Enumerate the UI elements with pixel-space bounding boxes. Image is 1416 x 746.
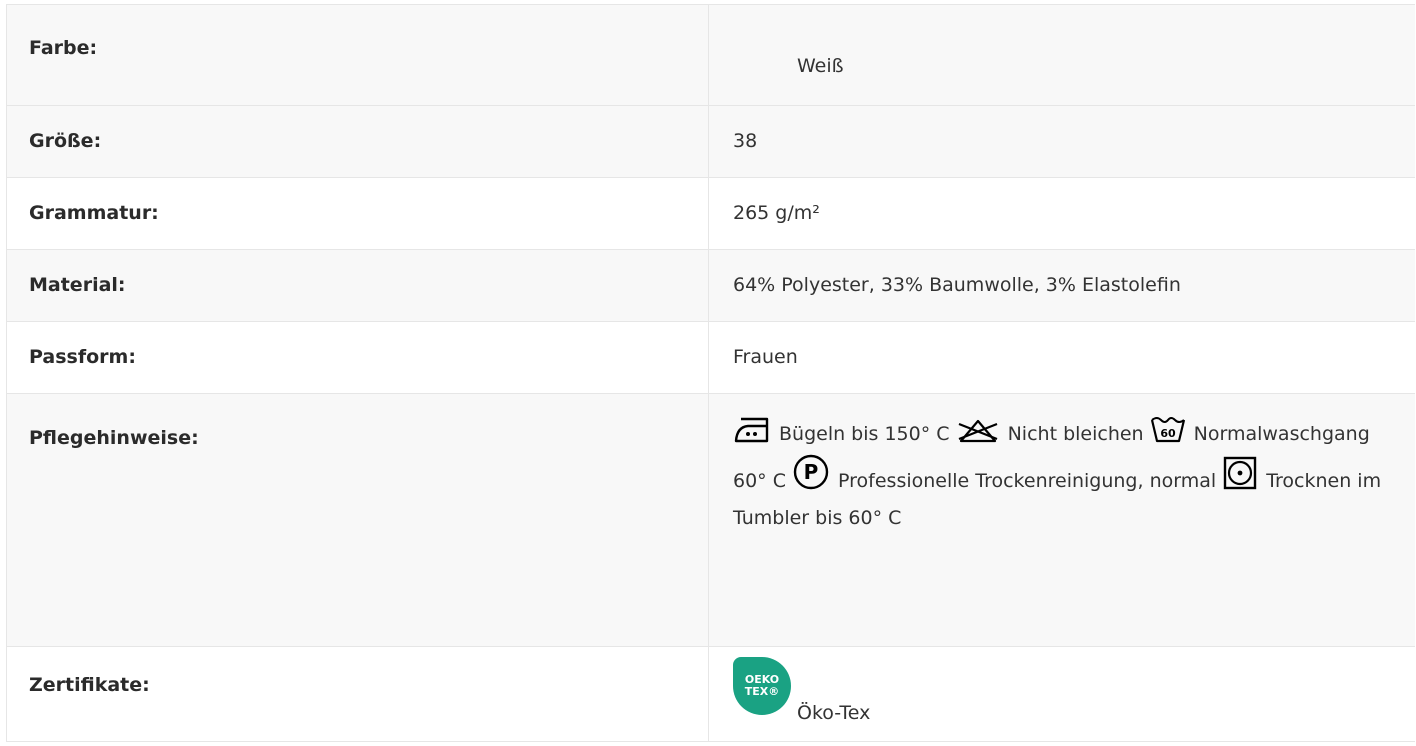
table-row: Pflegehinweise: Bügeln bis 150° C Nicht … [7,394,1415,647]
wash-temperature: 60 [1160,427,1176,440]
table-row: Material: 64% Polyester, 33% Baumwolle, … [7,250,1415,322]
care-text-bleach: Nicht bleichen [1007,423,1144,445]
table-row: Farbe: Weiß [7,5,1415,106]
attribute-value: 64% Polyester, 33% Baumwolle, 3% Elastol… [733,274,1181,296]
attribute-value: 265 g/m² [733,202,820,224]
attribute-label: Pflegehinweise: [7,394,709,646]
attribute-value: Frauen [733,346,798,368]
dry-clean-letter: P [804,460,819,484]
table-row: Grammatur: 265 g/m² [7,178,1415,250]
attribute-label: Zertifikate: [7,647,709,741]
attribute-label: Grammatur: [7,178,709,249]
wash-60-icon: 60 [1150,414,1186,444]
certificate-name: Öko-Tex [797,702,871,724]
care-instructions: Bügeln bis 150° C Nicht bleichen 60 Norma… [709,394,1415,646]
attribute-value: 38 [733,130,758,152]
no-bleach-icon [956,418,1000,444]
table-row: Passform: Frauen [7,322,1415,394]
attribute-label: Größe: [7,106,709,177]
certificates-value: OEKO TEX® Öko-Tex [709,647,1415,741]
attribute-label: Passform: [7,322,709,393]
attribute-value: Weiß [797,55,844,77]
tumble-dry-icon [1222,455,1258,491]
attribute-label: Farbe: [7,5,709,105]
care-text-iron: Bügeln bis 150° C [779,423,950,445]
attribute-label: Material: [7,250,709,321]
table-row: Zertifikate: OEKO TEX® Öko-Tex [7,647,1415,742]
care-text-dryclean: Professionelle Trockenreinigung, normal [838,470,1217,492]
table-row: Größe: 38 [7,106,1415,178]
dry-clean-p-icon: P [792,453,830,491]
product-attributes-table: Farbe: Weiß Größe: 38 Grammatur: 265 g/m… [6,4,1415,742]
oeko-tex-logo: OEKO TEX® [733,657,791,715]
iron-icon [733,414,771,444]
